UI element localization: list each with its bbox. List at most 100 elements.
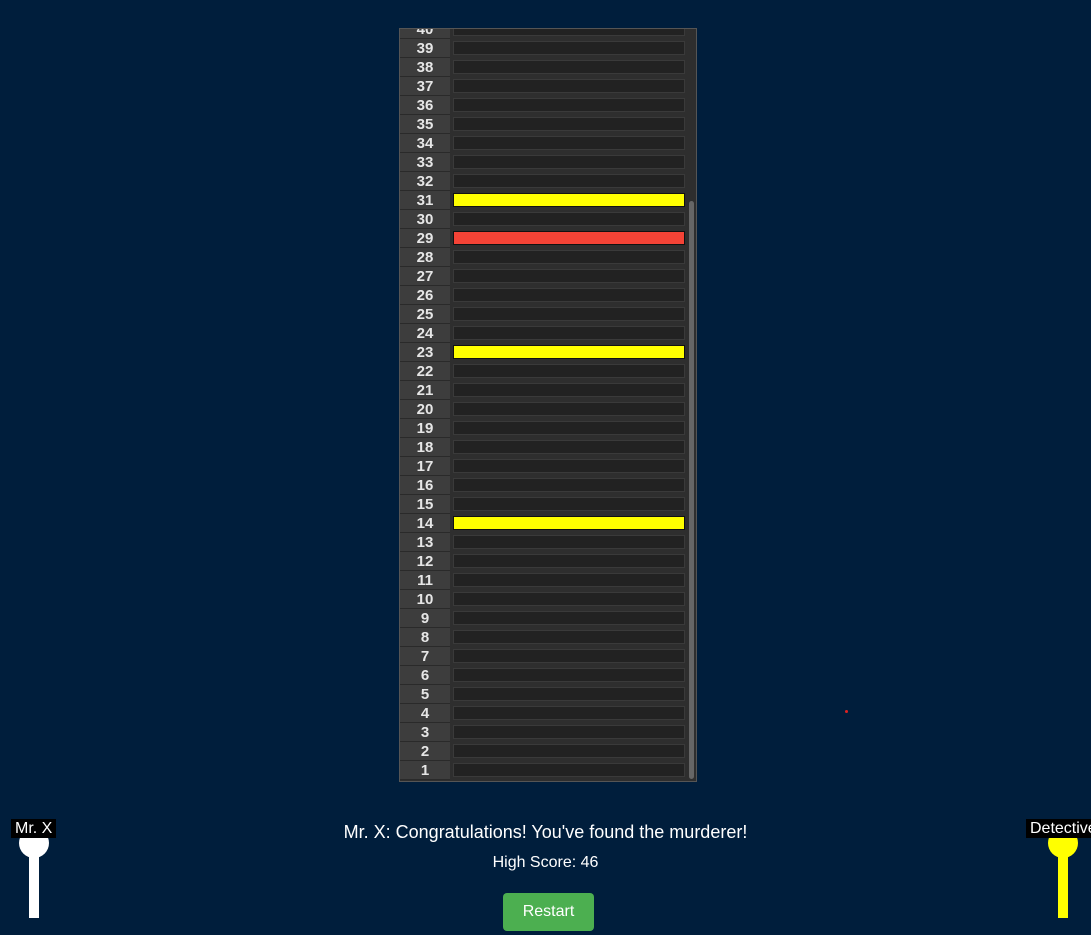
floor-cell[interactable] (453, 29, 685, 36)
floor-cell[interactable] (453, 763, 685, 777)
floor-cell[interactable] (453, 535, 685, 549)
floor-cell[interactable] (453, 60, 685, 74)
floor-cell[interactable] (453, 364, 685, 378)
floor-cell[interactable] (453, 250, 685, 264)
game-message: Mr. X: Congratulations! You've found the… (343, 822, 748, 842)
floor-number: 29 (400, 229, 450, 248)
floor-cell[interactable] (453, 478, 685, 492)
floor-row: 5 (400, 685, 696, 704)
floor-number: 12 (400, 552, 450, 571)
floor-number: 6 (400, 666, 450, 685)
floor-row: 4 (400, 704, 696, 723)
floor-number: 40 (400, 29, 450, 39)
floor-rows: 40 39 38 37 36 35 34 33 32 31 30 29 28 27 26 25 24 23 22 21… (400, 29, 696, 780)
floor-row: 14 (400, 514, 696, 533)
floor-cell[interactable] (453, 725, 685, 739)
floor-row: 3 (400, 723, 696, 742)
floor-number: 24 (400, 324, 450, 343)
floor-number: 27 (400, 267, 450, 286)
floor-cell[interactable] (453, 117, 685, 131)
floor-number: 18 (400, 438, 450, 457)
floor-row: 10 (400, 590, 696, 609)
floor-cell[interactable] (453, 573, 685, 587)
floor-number: 39 (400, 39, 450, 58)
floor-cell[interactable] (453, 174, 685, 188)
floor-cell[interactable] (453, 212, 685, 226)
floor-number: 37 (400, 77, 450, 96)
floor-row: 32 (400, 172, 696, 191)
floor-number: 4 (400, 704, 450, 723)
floor-cell[interactable] (453, 630, 685, 644)
floor-cell[interactable] (453, 326, 685, 340)
restart-button[interactable]: Restart (503, 893, 594, 931)
floor-cell[interactable] (453, 231, 685, 245)
floor-cell[interactable] (453, 459, 685, 473)
floor-number: 23 (400, 343, 450, 362)
floor-number: 14 (400, 514, 450, 533)
floor-cell[interactable] (453, 288, 685, 302)
floor-cell[interactable] (453, 41, 685, 55)
floor-number: 17 (400, 457, 450, 476)
floor-number: 16 (400, 476, 450, 495)
floor-number: 22 (400, 362, 450, 381)
scrollbar[interactable] (689, 201, 694, 779)
floor-number: 8 (400, 628, 450, 647)
floor-row: 36 (400, 96, 696, 115)
floor-number: 28 (400, 248, 450, 267)
floor-cell[interactable] (453, 554, 685, 568)
floor-row: 28 (400, 248, 696, 267)
floor-cell[interactable] (453, 706, 685, 720)
floor-cell[interactable] (453, 155, 685, 169)
floor-row: 27 (400, 267, 696, 286)
floor-row: 6 (400, 666, 696, 685)
floor-number: 30 (400, 210, 450, 229)
floor-row: 18 (400, 438, 696, 457)
floor-row: 15 (400, 495, 696, 514)
floor-row: 31 (400, 191, 696, 210)
floor-row: 8 (400, 628, 696, 647)
floor-cell[interactable] (453, 649, 685, 663)
floor-number: 35 (400, 115, 450, 134)
floor-cell[interactable] (453, 345, 685, 359)
floor-cell[interactable] (453, 383, 685, 397)
floor-cell[interactable] (453, 668, 685, 682)
floor-row: 38 (400, 58, 696, 77)
floor-row: 9 (400, 609, 696, 628)
floor-number: 31 (400, 191, 450, 210)
floor-cell[interactable] (453, 687, 685, 701)
floor-number: 7 (400, 647, 450, 666)
floor-number: 9 (400, 609, 450, 628)
floor-cell[interactable] (453, 516, 685, 530)
floor-cell[interactable] (453, 497, 685, 511)
floor-number: 21 (400, 381, 450, 400)
floor-cell[interactable] (453, 440, 685, 454)
floor-cell[interactable] (453, 79, 685, 93)
floor-cell[interactable] (453, 136, 685, 150)
floor-cell[interactable] (453, 269, 685, 283)
floor-number: 1 (400, 761, 450, 780)
floor-number: 15 (400, 495, 450, 514)
floor-row: 35 (400, 115, 696, 134)
mr-x-body (29, 856, 39, 918)
floor-row: 29 (400, 229, 696, 248)
floor-number: 36 (400, 96, 450, 115)
floor-row: 25 (400, 305, 696, 324)
floor-row: 13 (400, 533, 696, 552)
floor-cell[interactable] (453, 421, 685, 435)
mr-x-label: Mr. X (11, 819, 57, 838)
floor-row: 1 (400, 761, 696, 780)
floor-row: 19 (400, 419, 696, 438)
floor-number: 20 (400, 400, 450, 419)
floor-cell[interactable] (453, 193, 685, 207)
floor-number: 26 (400, 286, 450, 305)
floor-board: 40 39 38 37 36 35 34 33 32 31 30 29 28 27 26 25 24 23 22 21… (399, 28, 697, 782)
floor-cell[interactable] (453, 611, 685, 625)
floor-row: 40 (400, 29, 696, 39)
floor-number: 19 (400, 419, 450, 438)
floor-cell[interactable] (453, 98, 685, 112)
floor-cell[interactable] (453, 592, 685, 606)
floor-number: 5 (400, 685, 450, 704)
floor-cell[interactable] (453, 744, 685, 758)
floor-cell[interactable] (453, 402, 685, 416)
floor-cell[interactable] (453, 307, 685, 321)
